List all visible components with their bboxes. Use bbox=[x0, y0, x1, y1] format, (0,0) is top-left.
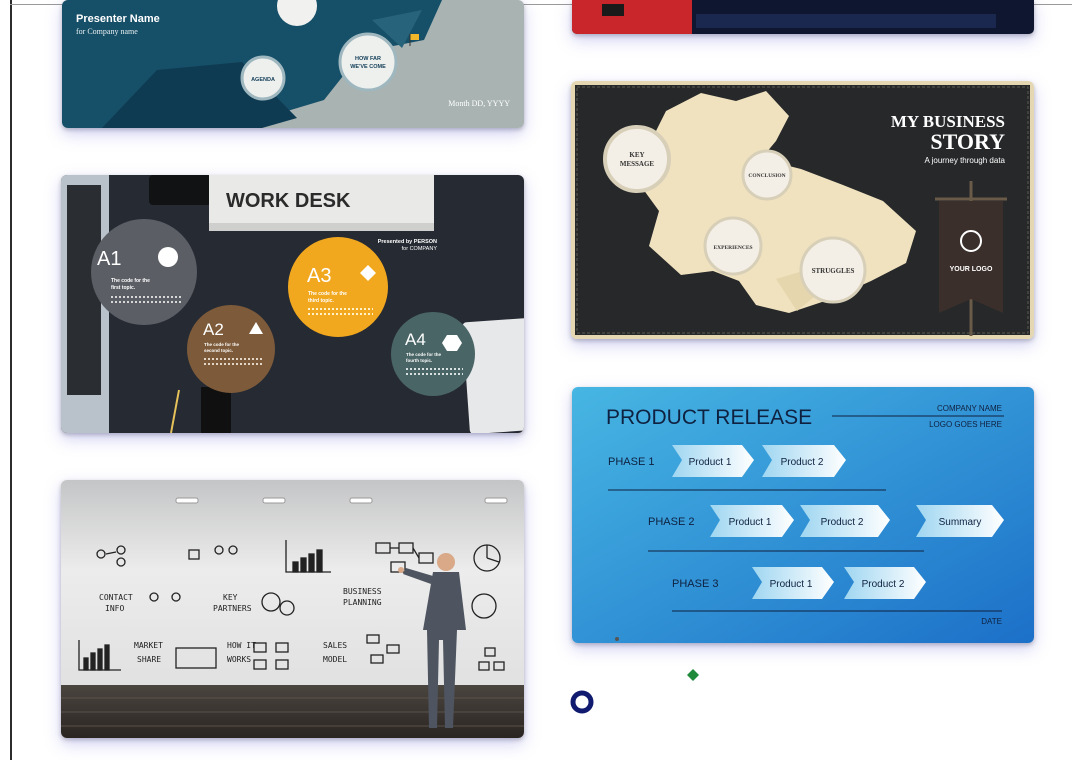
business-story-subtitle: A journey through data bbox=[924, 156, 1005, 165]
product-release-logo: LOGO GOES HERE bbox=[929, 420, 1002, 429]
presenter-name-text: Presenter Name bbox=[76, 13, 160, 25]
whiteboard-thumbnail: CONTACT INFO KEY PARTNERS BUSINESS PLANN… bbox=[61, 480, 524, 738]
market-label-1: MARKET bbox=[134, 641, 163, 650]
work-desk-title: WORK DESK bbox=[226, 190, 351, 212]
phase3-product2: Product 2 bbox=[862, 579, 905, 590]
a4-label: A4 bbox=[405, 330, 426, 349]
business-story-thumbnail: KEY MESSAGE CONCLUSION EXPERIENCES STRUG… bbox=[571, 81, 1034, 339]
a2-text-1: The code for the bbox=[204, 342, 239, 347]
a4-text-2: fourth topic. bbox=[406, 358, 432, 363]
a1-text-1: The code for the bbox=[111, 278, 150, 284]
experiences-label: EXPERIENCES bbox=[713, 245, 752, 251]
template-card-product-release[interactable]: PRODUCT RELEASE COMPANY NAME LOGO GOES H… bbox=[572, 387, 1034, 643]
struggles-label: STRUGGLES bbox=[812, 267, 855, 275]
contact-label-2: INFO bbox=[105, 604, 124, 613]
how-label-2: WORKS bbox=[227, 655, 251, 664]
template-card-whiteboard[interactable]: CONTACT INFO KEY PARTNERS BUSINESS PLANN… bbox=[61, 480, 524, 738]
business-label-2: PLANNING bbox=[343, 598, 382, 607]
product-release-company: COMPANY NAME bbox=[937, 404, 1002, 413]
how-far-label-2: WE'VE COME bbox=[350, 64, 386, 70]
phase3-label: PHASE 3 bbox=[672, 578, 718, 590]
phase1-product2: Product 2 bbox=[781, 457, 824, 468]
key-message-label-2: MESSAGE bbox=[620, 160, 655, 168]
how-label-1: HOW IT bbox=[227, 641, 256, 650]
product-release-date: DATE bbox=[981, 617, 1002, 626]
market-label-2: SHARE bbox=[137, 655, 161, 664]
a2-text-2: second topic. bbox=[204, 348, 233, 353]
how-far-label-1: HOW FAR bbox=[355, 56, 381, 62]
phase2-label: PHASE 2 bbox=[648, 516, 694, 528]
a3-text-1: The code for the bbox=[308, 291, 347, 297]
presenter-thumbnail: Presenter Name for Company name AGENDA H… bbox=[62, 0, 524, 128]
phase1-label: PHASE 1 bbox=[608, 456, 654, 468]
product-release-thumbnail: PRODUCT RELEASE COMPANY NAME LOGO GOES H… bbox=[572, 387, 1034, 643]
template-card-presenter[interactable]: Presenter Name for Company name AGENDA H… bbox=[62, 0, 524, 128]
partners-label-2: PARTNERS bbox=[213, 604, 252, 613]
navy-ring-icon bbox=[570, 690, 594, 714]
small-dot-icon bbox=[615, 637, 619, 641]
phase3-product1: Product 1 bbox=[770, 579, 813, 590]
phase1-product1: Product 1 bbox=[689, 457, 732, 468]
business-story-logo-text: YOUR LOGO bbox=[950, 266, 993, 273]
product-release-title: PRODUCT RELEASE bbox=[606, 406, 812, 429]
phase2-summary: Summary bbox=[939, 517, 982, 528]
sales-label-2: MODEL bbox=[323, 655, 347, 664]
template-card-dark-strip[interactable] bbox=[572, 0, 1034, 34]
green-diamond-icon bbox=[687, 669, 699, 681]
partners-label-1: KEY bbox=[223, 593, 238, 602]
sales-label-1: SALES bbox=[323, 641, 347, 650]
a2-label: A2 bbox=[203, 320, 224, 339]
template-card-work-desk[interactable]: WORK DESK Presented by PERSON for COMPAN… bbox=[61, 175, 524, 433]
work-desk-thumbnail: WORK DESK Presented by PERSON for COMPAN… bbox=[61, 175, 524, 433]
a1-label: A1 bbox=[97, 248, 121, 270]
business-story-title-2: STORY bbox=[930, 129, 1005, 154]
phase2-product2: Product 2 bbox=[821, 517, 864, 528]
dark-strip-thumbnail bbox=[572, 0, 1034, 34]
presenter-company-text: for Company name bbox=[76, 27, 138, 36]
template-card-business-story[interactable]: KEY MESSAGE CONCLUSION EXPERIENCES STRUG… bbox=[571, 81, 1034, 339]
a3-text-2: third topic. bbox=[308, 298, 334, 304]
contact-label-1: CONTACT bbox=[99, 593, 133, 602]
a4-text-1: The code for the bbox=[406, 352, 441, 357]
work-desk-presenter-1: Presented by PERSON bbox=[378, 239, 437, 245]
a1-text-2: first topic. bbox=[111, 285, 136, 291]
business-label-1: BUSINESS bbox=[343, 587, 382, 596]
window-left-border bbox=[10, 0, 12, 760]
a3-label: A3 bbox=[307, 265, 331, 287]
agenda-label: AGENDA bbox=[251, 77, 275, 83]
work-desk-presenter-2: for COMPANY bbox=[402, 246, 438, 252]
presenter-date-text: Month DD, YYYY bbox=[448, 99, 510, 108]
phase2-product1: Product 1 bbox=[729, 517, 772, 528]
key-message-label-1: KEY bbox=[629, 151, 644, 159]
conclusion-label: CONCLUSION bbox=[748, 173, 785, 179]
